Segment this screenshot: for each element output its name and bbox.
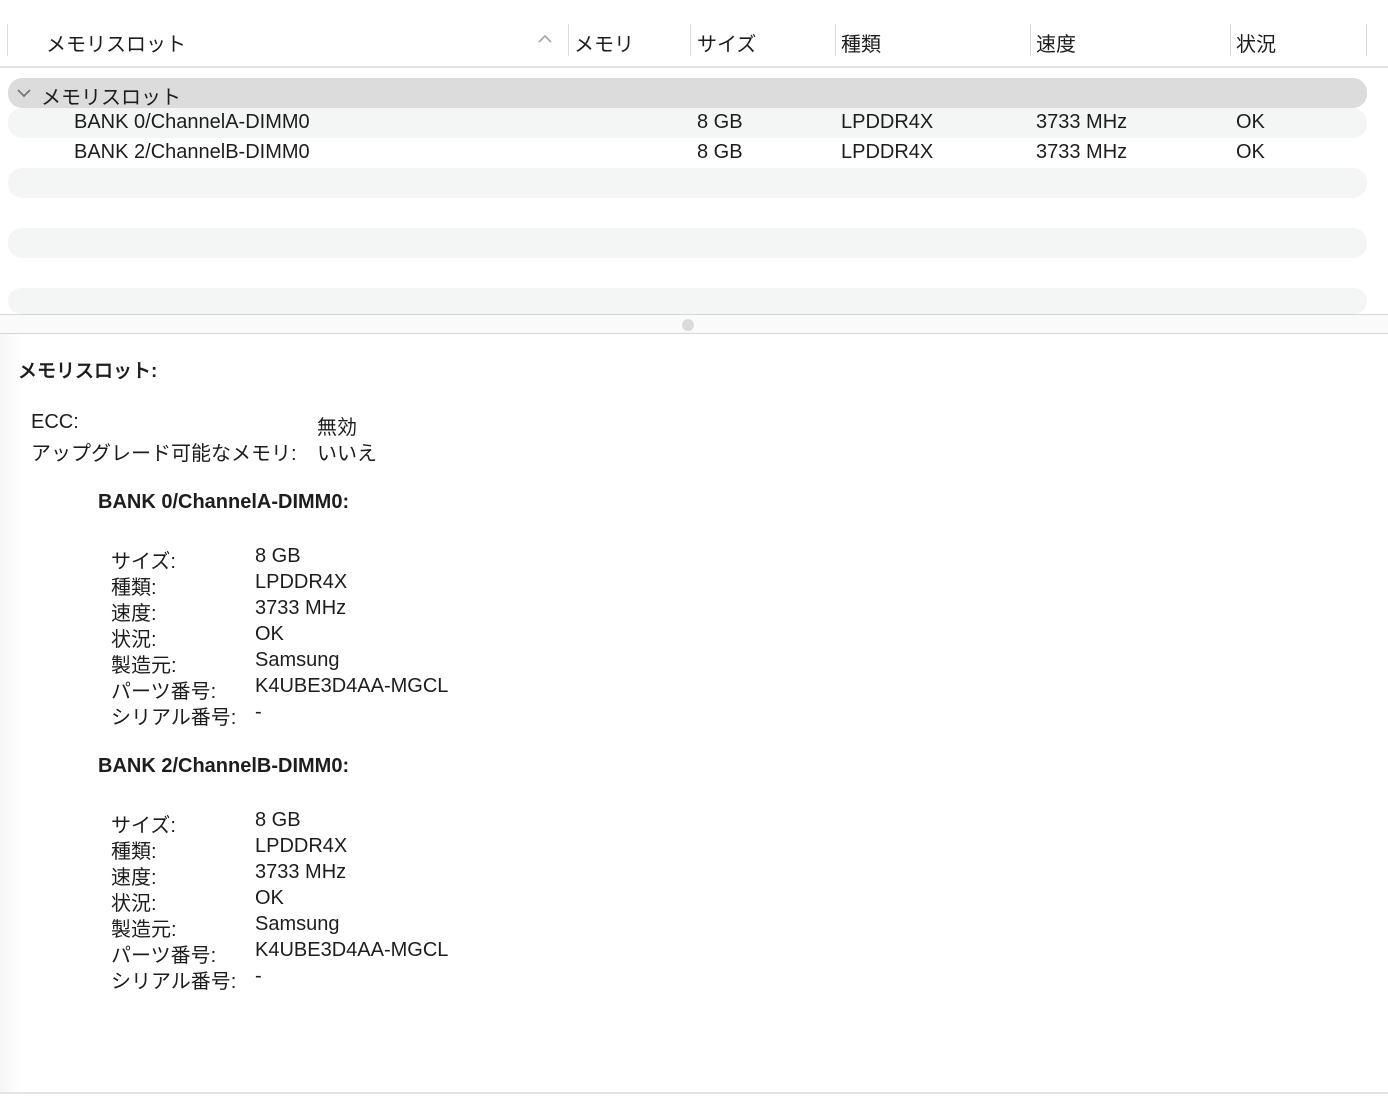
- empty-row: [8, 168, 1367, 198]
- column-header-status[interactable]: 状況: [1236, 28, 1276, 57]
- empty-row: [8, 228, 1367, 258]
- column-separator[interactable]: [1230, 24, 1231, 56]
- table-row[interactable]: BANK 2/ChannelB-DIMM0 8 GB LPDDR4X 3733 …: [8, 138, 1367, 168]
- row-type: LPDDR4X: [841, 111, 934, 133]
- row-name: BANK 0/ChannelA-DIMM0: [74, 111, 310, 133]
- property-label: パーツ番号:: [111, 945, 217, 967]
- column-header-type[interactable]: 種類: [841, 28, 881, 57]
- property-value: 8 GB: [255, 545, 301, 567]
- property-label: 種類:: [111, 841, 157, 863]
- row-speed: 3733 MHz: [1036, 111, 1128, 133]
- property-value: 3733 MHz: [255, 597, 347, 619]
- property-label: 速度:: [111, 867, 157, 889]
- detail-title: メモリスロット:: [18, 361, 158, 382]
- row-name: BANK 2/ChannelB-DIMM0: [74, 141, 310, 163]
- property-value: K4UBE3D4AA-MGCL: [255, 939, 449, 961]
- bank-title: BANK 2/ChannelB-DIMM0:: [98, 755, 350, 777]
- column-header-memory[interactable]: メモリ: [574, 28, 634, 57]
- upgrade-value: いいえ: [317, 443, 377, 465]
- divider-handle-icon[interactable]: [682, 319, 694, 331]
- column-separator: [7, 24, 8, 56]
- property-label: 状況:: [111, 629, 157, 651]
- property-label: パーツ番号:: [111, 681, 217, 703]
- column-header-size[interactable]: サイズ: [697, 28, 756, 57]
- split-view-divider[interactable]: [0, 314, 1388, 334]
- bank-title: BANK 0/ChannelA-DIMM0:: [98, 491, 350, 513]
- property-value: OK: [255, 887, 284, 909]
- property-label: 製造元:: [111, 919, 177, 941]
- property-value: -: [255, 701, 262, 723]
- property-value: Samsung: [255, 649, 340, 671]
- row-size: 8 GB: [697, 141, 743, 163]
- property-value: 3733 MHz: [255, 861, 347, 883]
- table-header: メモリスロット メモリ サイズ 種類 速度 状況: [0, 0, 1388, 68]
- group-label: メモリスロット: [41, 87, 181, 109]
- detail-pane: メモリスロット: ECC: 無効 アップグレード可能なメモリ: いいえ BANK…: [0, 334, 1388, 1094]
- column-separator[interactable]: [835, 24, 836, 56]
- column-separator[interactable]: [690, 24, 691, 56]
- chevron-down-icon[interactable]: [16, 88, 32, 98]
- sort-ascending-icon[interactable]: [538, 34, 552, 44]
- column-separator[interactable]: [568, 24, 569, 56]
- property-value: 8 GB: [255, 809, 301, 831]
- group-row[interactable]: メモリスロット: [8, 78, 1367, 109]
- column-separator[interactable]: [1030, 24, 1031, 56]
- property-label: 種類:: [111, 577, 157, 599]
- property-label: シリアル番号:: [111, 707, 237, 729]
- row-status: OK: [1236, 141, 1265, 163]
- property-value: K4UBE3D4AA-MGCL: [255, 675, 449, 697]
- row-speed: 3733 MHz: [1036, 141, 1128, 163]
- empty-row: [8, 288, 1367, 314]
- property-label: 速度:: [111, 603, 157, 625]
- property-label: サイズ:: [111, 551, 176, 573]
- property-label: 状況:: [111, 893, 157, 915]
- property-label: シリアル番号:: [111, 971, 237, 993]
- property-value: -: [255, 965, 262, 987]
- property-value: Samsung: [255, 913, 340, 935]
- row-size: 8 GB: [697, 111, 743, 133]
- property-value: LPDDR4X: [255, 835, 348, 857]
- upgrade-label: アップグレード可能なメモリ:: [31, 443, 297, 465]
- column-separator: [1366, 24, 1367, 56]
- ecc-value: 無効: [317, 417, 357, 439]
- property-label: サイズ:: [111, 815, 176, 837]
- column-header-speed[interactable]: 速度: [1036, 28, 1076, 57]
- ecc-label: ECC:: [31, 411, 79, 433]
- row-type: LPDDR4X: [841, 141, 934, 163]
- property-value: LPDDR4X: [255, 571, 348, 593]
- table-row[interactable]: BANK 0/ChannelA-DIMM0 8 GB LPDDR4X 3733 …: [8, 108, 1367, 138]
- column-header-name[interactable]: メモリスロット: [46, 28, 186, 57]
- row-status: OK: [1236, 111, 1265, 133]
- property-label: 製造元:: [111, 655, 177, 677]
- property-value: OK: [255, 623, 284, 645]
